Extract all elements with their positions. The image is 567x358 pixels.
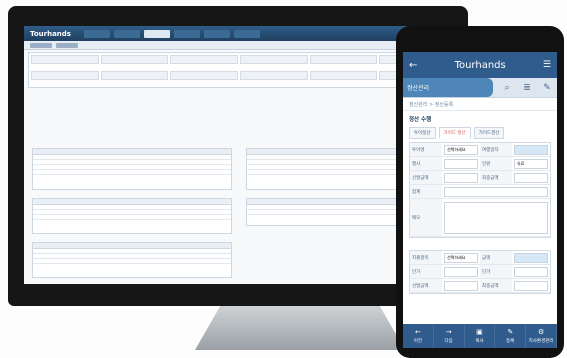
register-button[interactable]: ✎ 등록 bbox=[495, 324, 527, 348]
desktop-sub-tab[interactable] bbox=[30, 42, 52, 48]
final-amount-input[interactable] bbox=[514, 172, 548, 183]
field-label: 단가 bbox=[480, 265, 512, 278]
app-tab[interactable]: 정산관리 bbox=[403, 78, 493, 97]
form-cell[interactable] bbox=[170, 55, 238, 64]
form-row: 행사 인원 유료 bbox=[410, 157, 550, 171]
arrow-left-icon: ← bbox=[414, 328, 421, 336]
desktop-nav-tab-active[interactable] bbox=[144, 29, 170, 38]
form-cell[interactable] bbox=[170, 71, 238, 80]
list-icon[interactable]: ≣ bbox=[517, 78, 537, 98]
desktop-nav-tab[interactable] bbox=[204, 29, 230, 38]
phone-tab-bar: 투어정산 가이드 정산 가이드결산 bbox=[403, 127, 557, 139]
field-label: 여행일자 bbox=[480, 143, 512, 156]
form-cell[interactable] bbox=[100, 55, 169, 64]
button-label: 등록 bbox=[506, 339, 515, 344]
form-cell[interactable] bbox=[309, 55, 378, 64]
tab-tour-settlement[interactable]: 투어정산 bbox=[409, 127, 436, 139]
desktop-nav-tab[interactable] bbox=[234, 29, 260, 38]
phone-device: ← Tourhands ☰ 정산관리 ⌕ ≣ ✎ 정산관리 > 정산등록 정산 … bbox=[396, 26, 564, 358]
monitor-stand bbox=[195, 306, 405, 350]
people-select[interactable]: 유료 bbox=[514, 158, 548, 169]
form-cell[interactable] bbox=[239, 55, 308, 64]
field-label: 선발금액 bbox=[410, 279, 442, 292]
form-cell[interactable] bbox=[31, 71, 99, 80]
edit-icon[interactable]: ✎ bbox=[537, 78, 557, 98]
field-label: 최종금액 bbox=[480, 171, 512, 184]
desktop-nav-tab[interactable] bbox=[84, 29, 110, 38]
form-row: 단가 단가 bbox=[410, 265, 550, 279]
form-row: 합계 bbox=[410, 185, 550, 199]
desktop-screen: Tourhands bbox=[24, 26, 454, 284]
phone-header: ← Tourhands ☰ bbox=[403, 52, 557, 78]
desktop-panel bbox=[32, 148, 232, 190]
tab-guide-settlement[interactable]: 가이드 정산 bbox=[438, 127, 471, 139]
button-label: 지사환경관리 bbox=[528, 339, 554, 344]
breadcrumb: 정산관리 > 정산등록 bbox=[403, 98, 557, 111]
final-amount-input[interactable] bbox=[514, 280, 548, 291]
advance-input[interactable] bbox=[444, 280, 478, 291]
total-input[interactable] bbox=[444, 186, 548, 197]
section-title: 정산 수행 bbox=[409, 117, 432, 123]
phone-screen: ← Tourhands ☰ 정산관리 ⌕ ≣ ✎ 정산관리 > 정산등록 정산 … bbox=[403, 52, 557, 348]
phone-app-bar: 정산관리 ⌕ ≣ ✎ bbox=[403, 78, 557, 98]
form-cell[interactable] bbox=[309, 71, 378, 80]
form-row: 투어명 선택하세요 여행일자 bbox=[410, 143, 550, 157]
memo-textarea[interactable] bbox=[444, 201, 548, 234]
expense-select[interactable]: 선택하세요 bbox=[444, 252, 478, 263]
pencil-icon: ✎ bbox=[507, 328, 514, 336]
unit-price-input[interactable] bbox=[444, 266, 478, 277]
next-button[interactable]: → 다음 bbox=[434, 324, 465, 348]
phone-title: Tourhands bbox=[454, 59, 506, 71]
copy-icon: ▣ bbox=[476, 328, 483, 336]
field-label: 선발금액 bbox=[410, 171, 442, 184]
prev-button[interactable]: ← 이전 bbox=[403, 324, 434, 348]
expense-form: 지출항목 선택하세요 금액 단가 단가 선발금액 최종금액 bbox=[409, 250, 551, 294]
advance-input[interactable] bbox=[444, 172, 478, 183]
form-row: 메모 bbox=[410, 199, 550, 237]
desktop-panel bbox=[32, 242, 232, 278]
arrow-right-icon: → bbox=[445, 328, 452, 336]
bottom-toolbar: ← 이전 → 다음 ▣ 복사 ✎ 등록 ⚙ 지사환경관리 bbox=[403, 324, 557, 348]
menu-icon[interactable]: ☰ bbox=[543, 60, 551, 70]
desktop-panel bbox=[32, 198, 232, 234]
search-icon[interactable]: ⌕ bbox=[497, 78, 517, 98]
form-row: 선발금액 최종금액 bbox=[410, 279, 550, 293]
gear-icon: ⚙ bbox=[537, 328, 545, 336]
button-label: 이전 bbox=[413, 339, 423, 344]
settings-button[interactable]: ⚙ 지사환경관리 bbox=[526, 324, 557, 348]
copy-button[interactable]: ▣ 복사 bbox=[465, 324, 496, 348]
field-label: 지출항목 bbox=[410, 251, 442, 264]
field-label: 단가 bbox=[410, 265, 442, 278]
desktop-sub-tab[interactable] bbox=[56, 42, 78, 48]
date-input[interactable] bbox=[514, 144, 548, 155]
form-row: 지출항목 선택하세요 금액 bbox=[410, 251, 550, 265]
button-label: 복사 bbox=[475, 339, 484, 344]
field-label: 최종금액 bbox=[480, 279, 512, 292]
field-label: 메모 bbox=[410, 199, 442, 236]
desktop-logo: Tourhands bbox=[30, 29, 71, 38]
tab-guide-closing[interactable]: 가이드결산 bbox=[473, 127, 505, 139]
unit-price-input[interactable] bbox=[514, 266, 548, 277]
back-arrow-icon[interactable]: ← bbox=[409, 60, 417, 71]
desktop-nav-tab[interactable] bbox=[174, 29, 200, 38]
amount-input[interactable] bbox=[514, 252, 548, 263]
desktop-top-nav: Tourhands bbox=[24, 26, 454, 41]
form-cell[interactable] bbox=[239, 71, 308, 80]
tour-select[interactable]: 선택하세요 bbox=[444, 144, 478, 155]
form-cell[interactable] bbox=[100, 71, 169, 80]
desktop-search-form bbox=[28, 52, 450, 88]
settlement-form: 투어명 선택하세요 여행일자 행사 인원 유료 선발금액 최종금액 합계 메모 bbox=[409, 142, 551, 238]
field-label: 인원 bbox=[480, 157, 512, 170]
field-label: 금액 bbox=[480, 251, 512, 264]
field-label: 합계 bbox=[410, 185, 442, 198]
field-label: 투어명 bbox=[410, 143, 442, 156]
desktop-nav-tab[interactable] bbox=[114, 29, 140, 38]
button-label: 다음 bbox=[444, 339, 453, 344]
event-input[interactable] bbox=[444, 158, 478, 169]
desktop-sub-nav bbox=[24, 41, 454, 50]
form-row: 선발금액 최종금액 bbox=[410, 171, 550, 185]
field-label: 행사 bbox=[410, 157, 442, 170]
form-cell[interactable] bbox=[31, 55, 99, 64]
